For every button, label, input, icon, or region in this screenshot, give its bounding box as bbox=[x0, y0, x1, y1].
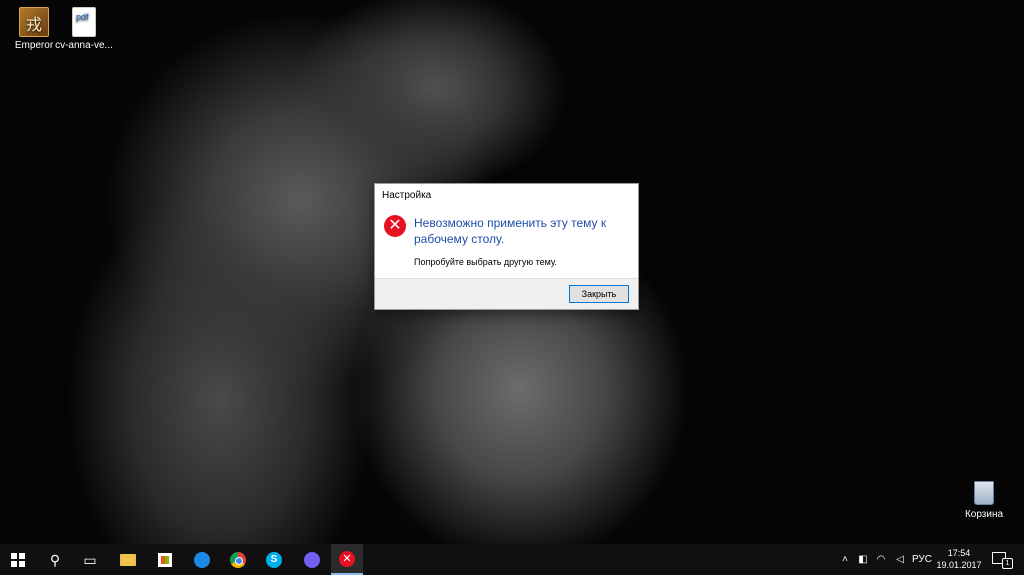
taskbar-edge[interactable] bbox=[186, 544, 218, 575]
taskbar-store[interactable] bbox=[149, 544, 181, 575]
dialog-footer: Закрыть bbox=[375, 278, 638, 309]
skype-icon: S bbox=[266, 551, 282, 568]
speaker-icon: ◁ bbox=[896, 554, 904, 565]
chevron-up-icon: ˄ bbox=[842, 554, 848, 565]
dialog-title: Настройка bbox=[382, 190, 432, 201]
language-indicator[interactable]: РУС bbox=[910, 544, 934, 575]
dialog-main-instruction: Невозможно применить эту тему к рабочему… bbox=[414, 216, 607, 246]
store-icon bbox=[158, 552, 172, 567]
desktop-icon-label: cv-anna-ve... bbox=[55, 40, 113, 51]
desktop-icon-pdf[interactable]: pdf cv-anna-ve... bbox=[50, 7, 118, 51]
show-hidden-icons-button[interactable]: ˄ bbox=[838, 544, 852, 575]
volume-button[interactable]: ◁ bbox=[892, 544, 908, 575]
clock-date: 19.01.2017 bbox=[936, 560, 982, 570]
tray-app-icon[interactable]: ◧ bbox=[855, 544, 871, 575]
clock-time: 17:54 bbox=[947, 548, 971, 558]
desktop-icon-recycle-bin[interactable]: Корзина bbox=[952, 481, 1016, 520]
error-dialog: Настройка ✕ Невозможно применить эту тем… bbox=[374, 183, 639, 310]
taskbar: ⚲ ▭ S ✕ ˄ ◧ ◠ ◁ РУС 17:54 19.01.2017 1 bbox=[0, 544, 1024, 575]
error-icon: ✕ bbox=[384, 215, 406, 237]
network-button[interactable]: ◠ bbox=[873, 544, 889, 575]
taskbar-chrome[interactable] bbox=[222, 544, 254, 575]
taskbar-file-explorer[interactable] bbox=[112, 544, 144, 575]
search-button[interactable]: ⚲ bbox=[39, 544, 71, 575]
taskbar-viber[interactable] bbox=[296, 544, 328, 575]
pdf-file-icon: pdf bbox=[72, 7, 96, 37]
notification-count-badge: 1 bbox=[1002, 558, 1013, 569]
viber-icon bbox=[304, 551, 320, 568]
search-icon: ⚲ bbox=[49, 551, 61, 568]
taskbar-skype[interactable]: S bbox=[258, 544, 290, 575]
recycle-bin-icon bbox=[974, 481, 994, 505]
close-button[interactable]: Закрыть bbox=[569, 285, 629, 303]
wifi-icon: ◠ bbox=[876, 554, 886, 565]
task-view-button[interactable]: ▭ bbox=[74, 544, 106, 575]
error-icon: ✕ bbox=[339, 550, 355, 567]
task-view-icon: ▭ bbox=[83, 551, 97, 568]
folder-icon bbox=[120, 553, 136, 566]
chrome-icon bbox=[230, 551, 246, 568]
start-button[interactable] bbox=[2, 544, 34, 575]
taskbar-error-app[interactable]: ✕ bbox=[331, 544, 363, 575]
tray-app-icon-glyph: ◧ bbox=[858, 554, 868, 565]
clock[interactable]: 17:54 19.01.2017 bbox=[933, 547, 985, 571]
edge-icon bbox=[194, 551, 210, 568]
dialog-content: Попробуйте выбрать другую тему. bbox=[414, 257, 558, 267]
windows-logo-icon bbox=[11, 552, 25, 567]
emperor-app-icon bbox=[19, 7, 49, 37]
desktop-icon-label: Корзина bbox=[964, 509, 1004, 520]
